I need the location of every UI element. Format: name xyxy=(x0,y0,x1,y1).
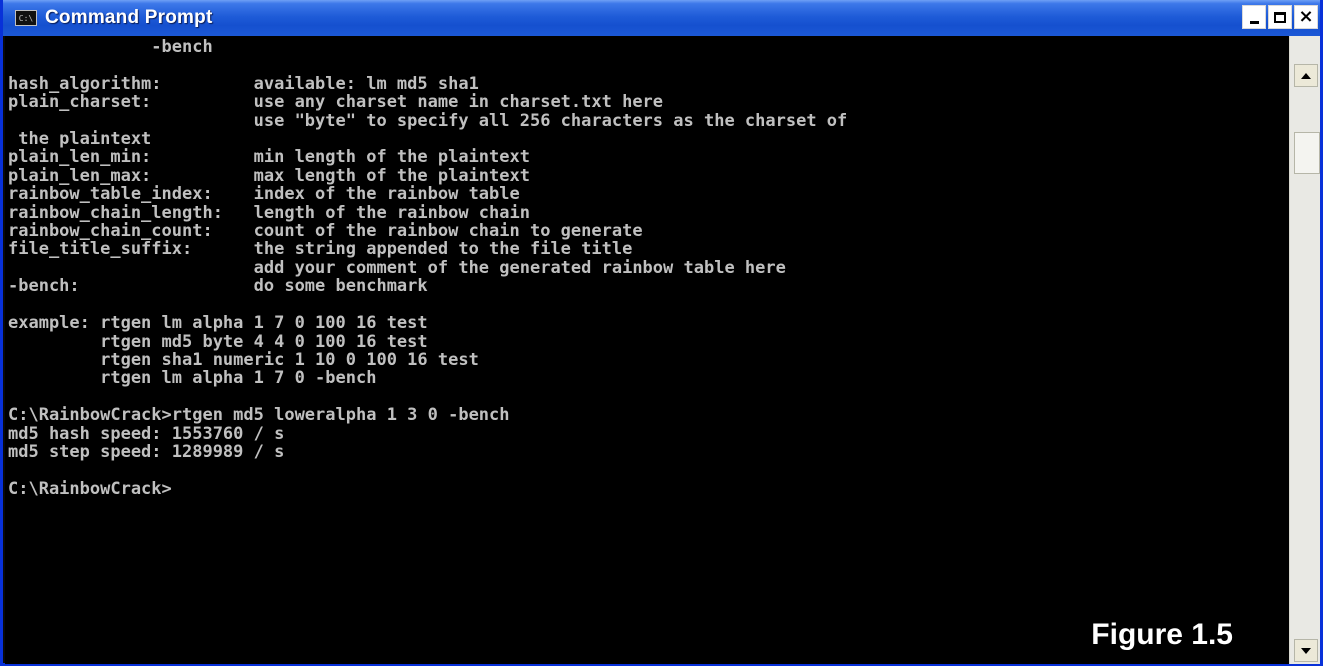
console-line: plain_charset: use any charset name in c… xyxy=(8,92,664,113)
console-line: md5 step speed: 1289989 / s xyxy=(8,441,285,462)
console-line: rtgen lm alpha 1 7 0 -bench xyxy=(8,368,377,389)
close-button[interactable]: × xyxy=(1294,5,1318,29)
console-line: plain_len_max: max length of the plainte… xyxy=(8,165,530,186)
vertical-scrollbar[interactable] xyxy=(1289,36,1320,664)
console-line: hash_algorithm: available: lm md5 sha1 xyxy=(8,73,479,94)
scroll-up-button[interactable] xyxy=(1294,64,1318,87)
arrow-down-icon xyxy=(1301,647,1311,654)
window-title: Command Prompt xyxy=(45,7,213,28)
maximize-icon xyxy=(1274,11,1286,23)
window-controls: × xyxy=(1242,5,1318,29)
title-bar[interactable]: C:\ Command Prompt × xyxy=(3,0,1320,36)
console-output[interactable]: -bench hash_algorithm: available: lm md5… xyxy=(5,36,1289,664)
command-prompt-window: C:\ Command Prompt × -bench hash_algorit… xyxy=(0,0,1323,666)
scroll-thumb[interactable] xyxy=(1294,132,1320,174)
console-line: C:\RainbowCrack>rtgen md5 loweralpha 1 3… xyxy=(8,405,510,426)
console-text: -bench hash_algorithm: available: lm md5… xyxy=(5,36,1289,498)
console-line: use "byte" to specify all 256 characters… xyxy=(8,110,848,131)
scroll-down-button[interactable] xyxy=(1294,639,1318,662)
close-icon: × xyxy=(1298,6,1314,27)
console-line: add your comment of the generated rainbo… xyxy=(8,257,786,278)
console-line: -bench: do some benchmark xyxy=(8,276,428,297)
console-line: rtgen sha1 numeric 1 10 0 100 16 test xyxy=(8,349,479,370)
console-line: rainbow_chain_count: count of the rainbo… xyxy=(8,221,643,242)
console-line: rtgen md5 byte 4 4 0 100 16 test xyxy=(8,331,428,352)
command-prompt-icon[interactable]: C:\ xyxy=(15,10,37,26)
arrow-up-icon xyxy=(1301,72,1311,79)
console-line: example: rtgen lm alpha 1 7 0 100 16 tes… xyxy=(8,313,428,334)
console-line: -bench xyxy=(8,37,213,57)
figure-label: Figure 1.5 xyxy=(1091,618,1233,651)
maximize-button[interactable] xyxy=(1268,5,1292,29)
console-line: plain_len_min: min length of the plainte… xyxy=(8,147,530,168)
console-line: the plaintext xyxy=(8,129,152,150)
minimize-icon xyxy=(1249,20,1259,24)
console-line: file_title_suffix: the string appended t… xyxy=(8,239,633,260)
console-line: C:\RainbowCrack> xyxy=(8,478,172,499)
console-line: rainbow_table_index: index of the rainbo… xyxy=(8,184,520,205)
console-line: rainbow_chain_length: length of the rain… xyxy=(8,202,530,223)
minimize-button[interactable] xyxy=(1242,5,1266,29)
console-line: md5 hash speed: 1553760 / s xyxy=(8,423,285,444)
